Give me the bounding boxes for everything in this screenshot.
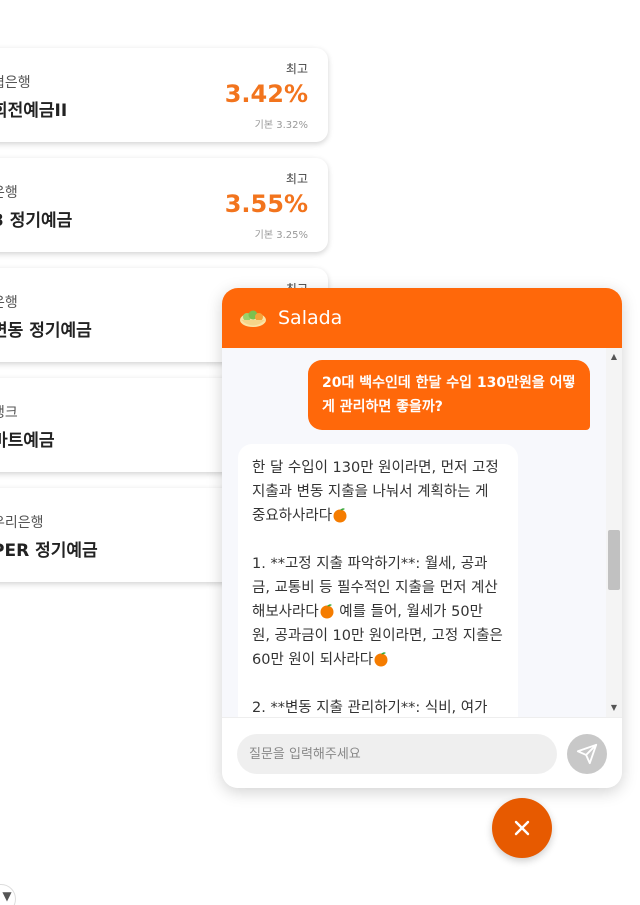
chat-header: Salada [222,288,622,348]
chat-title: Salada [278,307,343,329]
bot-message: 한 달 수입이 130만 원이라면, 먼저 고정 지출과 변동 지출을 나눠서 … [238,444,518,717]
user-message: 20대 백수인데 한달 수입 130만원을 어떻게 관리하면 좋을까? [308,360,590,430]
bank-name: 협은행 [0,75,31,91]
product-name: 회전예금II [0,101,68,121]
salad-bowl-icon [240,310,266,327]
chat-scrollbar[interactable]: ▲ ▼ [606,348,622,717]
scroll-up-icon[interactable]: ▲ [606,350,622,364]
send-icon [576,743,598,765]
close-chat-button[interactable] [492,798,552,858]
product-name: 마트예금 [0,431,55,451]
bank-name: 뱅크 [0,405,18,421]
bank-name: 우리은행 [0,515,44,531]
product-card[interactable]: 은행 3 정기예금 최고 3.55% 기본 3.25% [0,158,328,252]
base-rate: 기본 3.32% [254,120,308,131]
bank-name: 은행 [0,185,18,201]
close-icon [514,820,530,836]
scroll-thumb[interactable] [608,530,620,590]
chevron-down-icon[interactable]: ▼ [0,884,16,905]
chat-input[interactable] [237,734,557,774]
bot-message-text: 한 달 수입이 130만 원이라면, 먼저 고정 지출과 변동 지출을 나눠서 … [252,460,504,524]
scroll-down-icon[interactable]: ▼ [606,701,622,715]
max-rate: 3.55% [224,190,308,218]
chat-window: Salada 20대 백수인데 한달 수입 130만원을 어떻게 관리하면 좋을… [222,288,622,788]
tangerine-icon [333,508,347,523]
max-rate-label: 최고 [285,62,308,76]
product-card[interactable]: 협은행 회전예금II 최고 3.42% 기본 3.32% [0,48,328,142]
product-name: 3 정기예금 [0,211,73,231]
product-name: 변동 정기예금 [0,321,92,341]
bank-name: 은행 [0,295,18,311]
base-rate: 기본 3.25% [254,230,308,241]
product-name: PER 정기예금 [0,541,98,561]
tangerine-icon [320,604,334,619]
chat-messages[interactable]: 20대 백수인데 한달 수입 130만원을 어떻게 관리하면 좋을까? 한 달 … [222,348,622,717]
chat-input-bar [222,717,622,788]
tangerine-icon [374,652,388,667]
bot-message-text: 2. **변동 지출 관리하기**: 식비, 여가 [252,700,488,716]
max-rate-label: 최고 [285,172,308,186]
max-rate: 3.42% [224,80,308,108]
send-button[interactable] [567,734,607,774]
